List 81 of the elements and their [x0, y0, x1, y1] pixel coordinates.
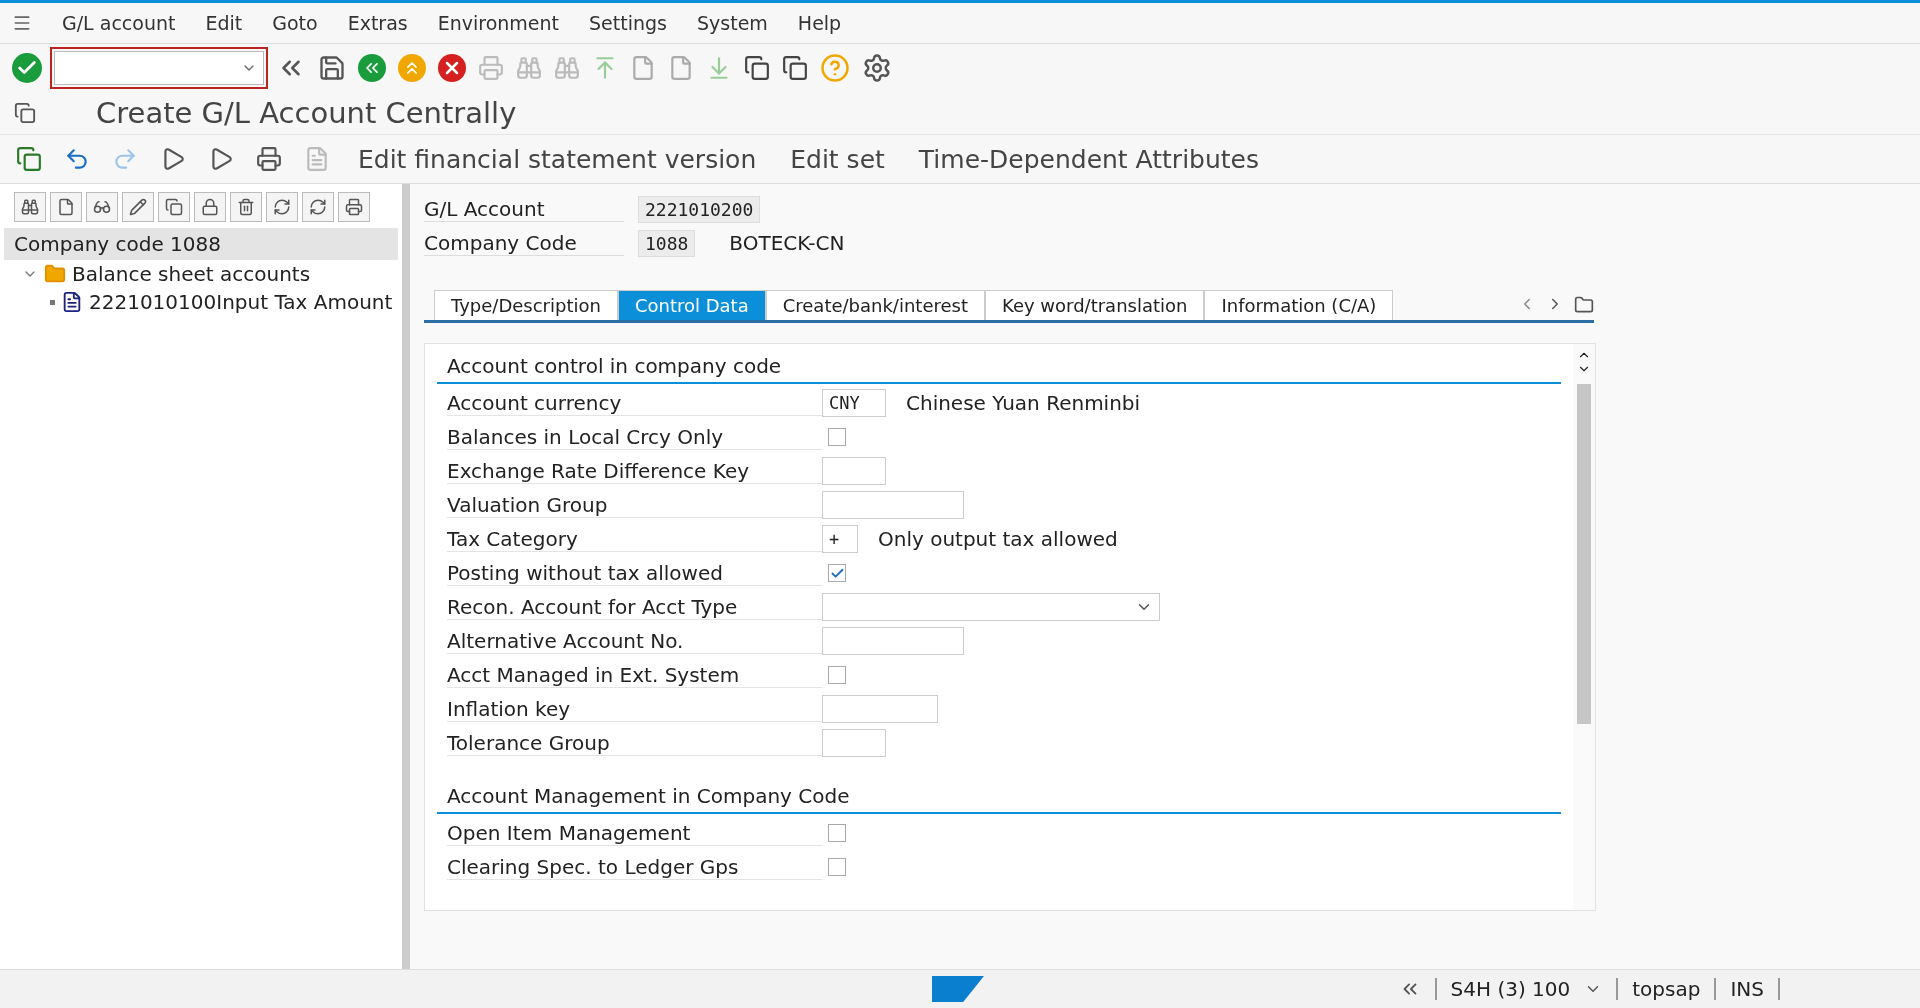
field-label: Exchange Rate Difference Key — [447, 458, 822, 484]
system-info: S4H (3) 100 — [1450, 977, 1571, 1001]
search-icon[interactable] — [14, 192, 46, 222]
dropdown-field[interactable] — [822, 593, 1160, 621]
field-label: Acct Managed in Ext. System — [447, 662, 822, 688]
readonly-field: 1088 — [638, 229, 696, 257]
input-field[interactable] — [822, 491, 964, 519]
settings-icon[interactable] — [862, 53, 892, 83]
menu-item[interactable]: Environment — [437, 12, 560, 34]
tree-item[interactable]: Balance sheet accounts — [72, 262, 311, 286]
field-description: Chinese Yuan Renminbi — [906, 391, 1141, 415]
user-name: topsap — [1632, 977, 1701, 1001]
pencil-icon[interactable] — [122, 192, 154, 222]
field-label: Alternative Account No. — [447, 628, 822, 654]
tab[interactable]: Key word/translation — [985, 290, 1205, 320]
field-description: Only output tax allowed — [878, 527, 1118, 551]
checkbox[interactable] — [828, 858, 846, 876]
field-label: Posting without tax allowed — [447, 560, 822, 586]
screen-title: Create G/L Account Centrally — [96, 96, 517, 130]
field-description: BOTECK-CN — [729, 231, 845, 255]
field-label: Tolerance Group — [447, 730, 822, 756]
cancel-icon[interactable] — [438, 54, 466, 82]
section-title: Account Management in Company Code — [437, 780, 1561, 814]
input-field[interactable]: CNY — [822, 389, 886, 417]
menu-icon[interactable] — [12, 13, 32, 33]
input-field[interactable] — [822, 457, 886, 485]
field-label: Balances in Local Crcy Only — [447, 424, 822, 450]
document-icon — [61, 291, 83, 313]
folder-icon — [44, 263, 66, 285]
menu-item[interactable]: Extras — [347, 12, 408, 34]
field-label: Tax Category — [447, 526, 822, 552]
toolbar-button[interactable]: Time-Dependent Attributes — [912, 144, 1265, 174]
field-label: Open Item Management — [447, 820, 822, 846]
tree-item[interactable]: 2221010100Input Tax Amount — [89, 290, 393, 314]
input-mode: INS — [1730, 977, 1764, 1001]
input-field[interactable] — [822, 627, 964, 655]
refresh-icon[interactable] — [302, 192, 334, 222]
checkbox[interactable] — [828, 428, 846, 446]
tab[interactable]: Type/Description — [434, 290, 618, 320]
menu-item[interactable]: Goto — [272, 12, 318, 34]
toolbar-button[interactable]: Edit set — [784, 144, 891, 174]
menu-item[interactable]: Help — [797, 12, 842, 34]
field-label: Account currency — [447, 390, 822, 416]
tree-header: Company code 1088 — [4, 228, 398, 260]
toolbar-button[interactable]: Edit financial statement version — [352, 144, 763, 174]
field-label: Company Code — [424, 230, 624, 256]
scrollbar[interactable] — [1573, 344, 1595, 910]
save-icon[interactable] — [318, 54, 346, 82]
input-field[interactable]: + — [822, 525, 858, 553]
logo-icon — [932, 976, 984, 1002]
enter-icon[interactable] — [12, 53, 42, 83]
copy-icon[interactable] — [158, 192, 190, 222]
field-label: Clearing Spec. to Ledger Gps — [447, 854, 822, 880]
document-icon[interactable] — [50, 192, 82, 222]
checkbox[interactable] — [828, 824, 846, 842]
field-label: Inflation key — [447, 696, 822, 722]
glasses-icon[interactable] — [86, 192, 118, 222]
tab[interactable]: Control Data — [617, 290, 766, 320]
input-field[interactable] — [822, 729, 886, 757]
tab[interactable]: Create/bank/interest — [765, 290, 985, 320]
field-label: G/L Account — [424, 196, 624, 222]
lock-icon[interactable] — [194, 192, 226, 222]
checkbox[interactable] — [828, 564, 846, 582]
undo-icon[interactable] — [64, 146, 90, 172]
trash-icon[interactable] — [230, 192, 262, 222]
field-label: Valuation Group — [447, 492, 822, 518]
menu-item[interactable]: Settings — [589, 12, 667, 34]
field-label: Recon. Account for Acct Type — [447, 594, 822, 620]
menu-item[interactable]: G/L account — [62, 12, 176, 34]
section-title: Account control in company code — [437, 350, 1561, 384]
bullet-icon — [50, 299, 55, 305]
tab-list-icon[interactable] — [1574, 295, 1594, 315]
print-icon[interactable] — [256, 146, 282, 172]
menu-item[interactable]: Edit — [205, 12, 243, 34]
tab[interactable]: Information (C/A) — [1204, 290, 1394, 320]
menu-item[interactable]: System — [697, 12, 768, 34]
input-field[interactable] — [822, 695, 938, 723]
print-icon[interactable] — [338, 192, 370, 222]
checkbox[interactable] — [828, 666, 846, 684]
back-icon[interactable] — [358, 54, 386, 82]
readonly-field: 2221010200 — [638, 195, 761, 223]
